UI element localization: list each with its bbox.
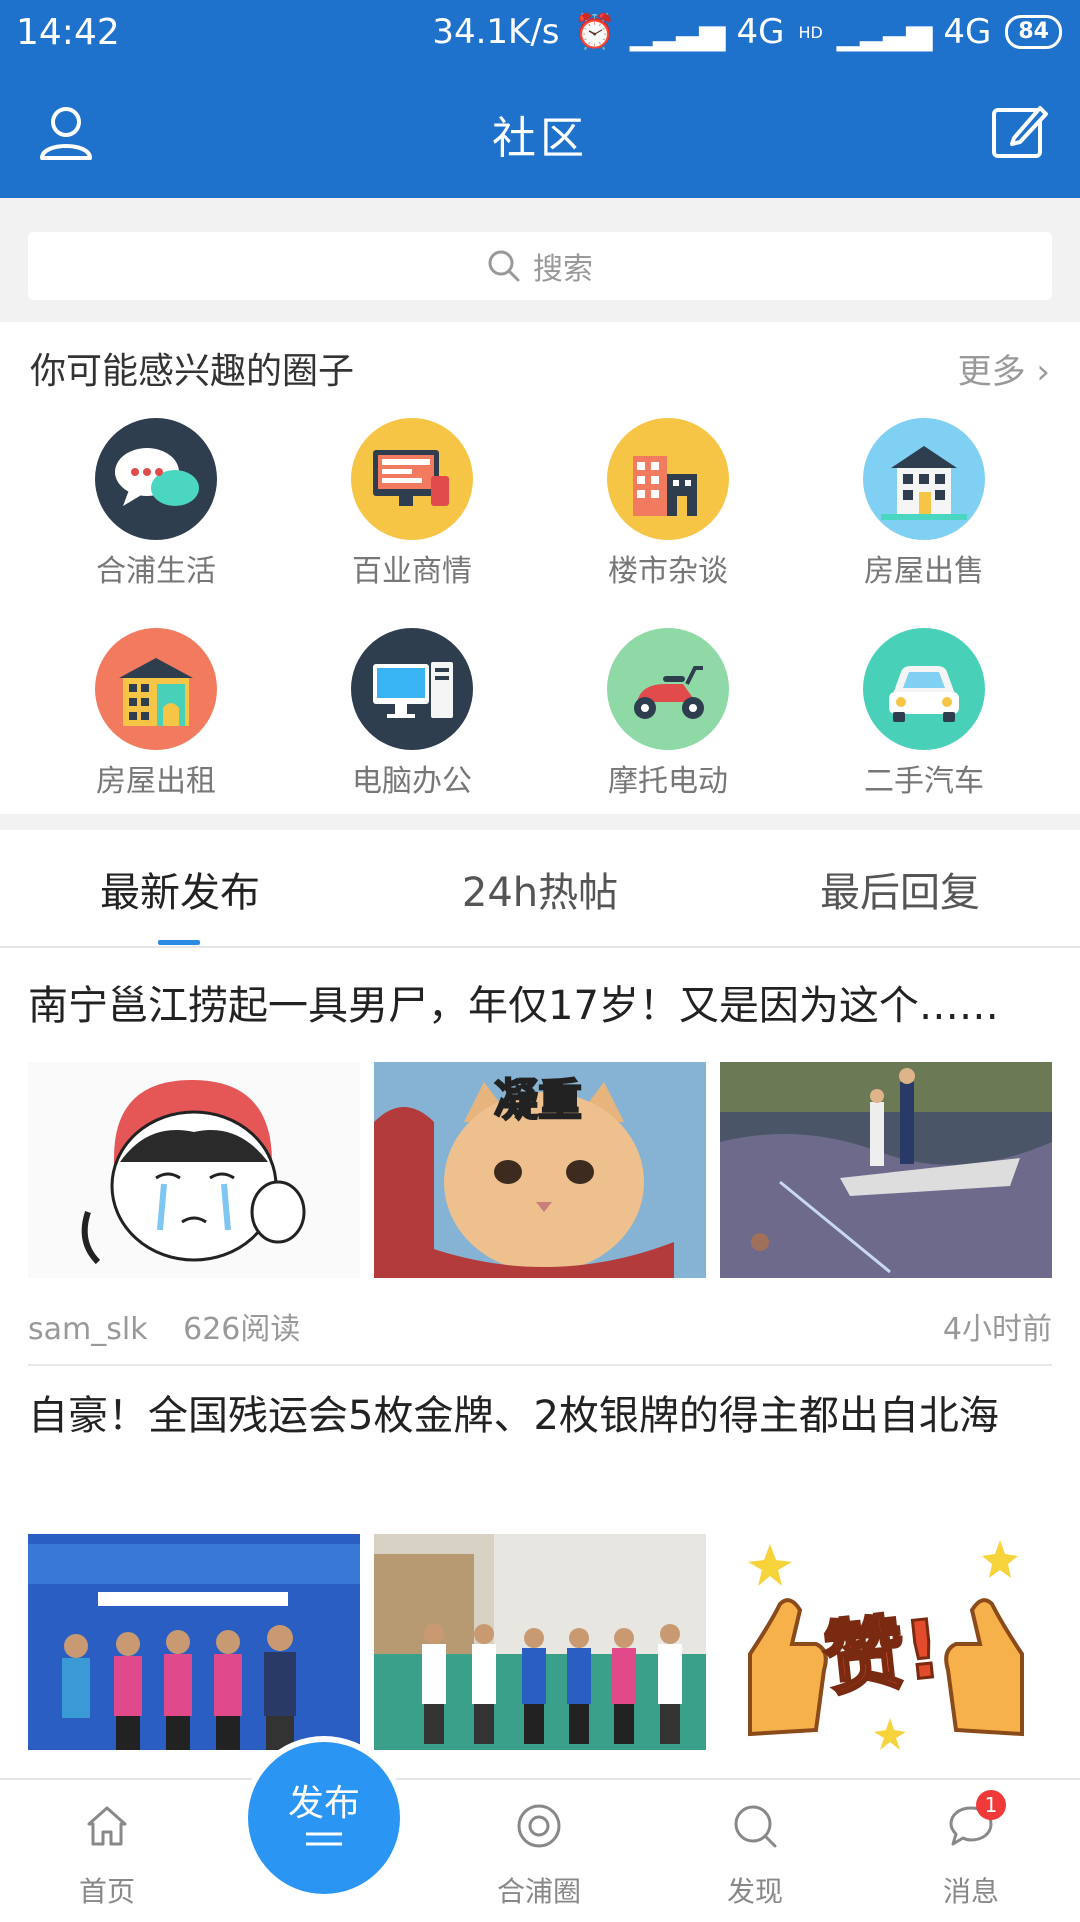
image-caption: 赞! <box>819 1601 948 1709</box>
app-header: 社区 <box>0 70 1080 198</box>
rental-building-icon <box>95 628 217 750</box>
post-divider <box>28 1364 1052 1366</box>
search-icon <box>734 1805 777 1848</box>
network-type-2: 4G <box>943 12 992 52</box>
post-title[interactable]: 自豪！全国残运会5枚金牌、2枚银牌的得主都出自北海 <box>28 1388 1053 1444</box>
post-image-thumbs-up[interactable]: 赞! <box>720 1534 1052 1750</box>
tab-hot-24h[interactable]: 24h热帖 <box>390 860 690 918</box>
car-icon <box>863 628 985 750</box>
circle-label: 房屋出租 <box>96 764 216 799</box>
circle-item-hepu-life[interactable]: 合浦生活 <box>28 418 284 590</box>
nav-messages[interactable]: 1 消息 <box>896 1780 1046 1922</box>
nav-circle[interactable]: 合浦圈 <box>464 1780 614 1922</box>
menu-lines-icon <box>306 1832 342 1846</box>
chevron-right-icon: › <box>1025 352 1050 392</box>
alarm-icon: ⏰ <box>573 12 616 52</box>
buildings-icon <box>607 418 729 540</box>
network-speed: 34.1K/s <box>432 12 560 52</box>
post-image-crying-girl[interactable] <box>28 1062 360 1278</box>
circle-item-computer-office[interactable]: 电脑办公 <box>284 628 540 800</box>
post-image-row: 赞! <box>28 1534 1052 1750</box>
status-bar: 14:42 34.1K/s ⏰ ▁▂▃▅ 4G HD ▁▂▃▅ 4G 84 <box>0 0 1080 70</box>
post-title[interactable]: 南宁邕江捞起一具男尸，年仅17岁！又是因为这个…… <box>28 978 1053 1034</box>
circle-label: 百业商情 <box>352 554 472 589</box>
house-icon <box>863 418 985 540</box>
bottom-navigation: 首页 合浦圈 发现 1 消息 <box>0 1778 1080 1922</box>
chat-bubbles-icon <box>95 418 217 540</box>
circle-item-used-car[interactable]: 二手汽车 <box>796 628 1052 800</box>
message-badge: 1 <box>976 1790 1006 1820</box>
post-time: 4小时前 <box>942 1312 1052 1347</box>
circle-label: 房屋出售 <box>864 554 984 589</box>
signal-icon: ▁▂▃▅ <box>629 12 726 52</box>
image-caption: 凝重 <box>493 1074 583 1127</box>
monitor-shop-icon <box>351 418 473 540</box>
more-link[interactable]: 更多 › <box>958 344 1050 393</box>
active-tab-indicator <box>158 940 200 945</box>
home-icon <box>87 1806 127 1846</box>
post-meta: sam_slk 626阅读 4小时前 <box>28 1304 1052 1348</box>
interest-circles: 你可能感兴趣的圈子 更多 › 合浦生活 百业商情 楼市杂谈 房屋出售 房屋出租 … <box>0 322 1080 814</box>
compose-icon[interactable] <box>988 100 1052 164</box>
tab-latest[interactable]: 最新发布 <box>30 860 330 918</box>
search-placeholder: 搜索 <box>533 252 593 287</box>
more-label: 更多 <box>957 352 1026 392</box>
status-time: 14:42 <box>16 12 120 53</box>
nav-home[interactable]: 首页 <box>32 1780 182 1922</box>
feed-tabs: 最新发布 24h热帖 最后回复 <box>0 830 1080 948</box>
post-image-river-rescue[interactable] <box>720 1062 1052 1278</box>
circle-label: 二手汽车 <box>864 764 984 799</box>
nav-label: 合浦圈 <box>496 1875 581 1908</box>
scooter-icon <box>607 628 729 750</box>
post-image-row: 凝重 <box>28 1062 1052 1278</box>
status-indicators: 34.1K/s ⏰ ▁▂▃▅ 4G HD ▁▂▃▅ 4G 84 <box>432 12 1062 52</box>
circle-item-motorbike[interactable]: 摩托电动 <box>540 628 796 800</box>
battery-indicator: 84 <box>1005 15 1062 49</box>
post-reads: 626阅读 <box>183 1312 301 1347</box>
post-feed: 南宁邕江捞起一具男尸，年仅17岁！又是因为这个…… 凝重 sam_slk 626… <box>0 948 1080 1778</box>
search-input[interactable]: 搜索 <box>28 232 1052 300</box>
publish-button[interactable]: 发布 <box>248 1742 400 1894</box>
post-image-athletes-group[interactable] <box>374 1534 706 1750</box>
circle-label: 楼市杂谈 <box>608 554 728 589</box>
search-icon <box>488 250 520 282</box>
circle-item-property-talk[interactable]: 楼市杂谈 <box>540 418 796 590</box>
page-title: 社区 <box>492 113 588 164</box>
nav-label: 发现 <box>726 1875 783 1908</box>
section-title: 你可能感兴趣的圈子 <box>30 351 355 392</box>
circle-item-business[interactable]: 百业商情 <box>284 418 540 590</box>
circle-label: 摩托电动 <box>608 764 728 799</box>
circle-item-house-rent[interactable]: 房屋出租 <box>28 628 284 800</box>
nav-label: 首页 <box>78 1875 135 1908</box>
nav-label: 消息 <box>942 1875 999 1908</box>
post-author[interactable]: sam_slk <box>28 1312 148 1347</box>
circle-item-house-sale[interactable]: 房屋出售 <box>796 418 1052 590</box>
publish-label: 发布 <box>287 1783 360 1824</box>
search-area: 搜索 <box>0 198 1080 322</box>
post-image-athletes-stage[interactable] <box>28 1534 360 1750</box>
post-image-serious-cat[interactable]: 凝重 <box>374 1062 706 1278</box>
computer-icon <box>351 628 473 750</box>
circle-label: 合浦生活 <box>96 554 216 589</box>
nav-discover[interactable]: 发现 <box>680 1780 830 1922</box>
tab-last-reply[interactable]: 最后回复 <box>750 860 1050 918</box>
signal-icon-2: ▁▂▃▅ <box>836 12 933 52</box>
circle-label: 电脑办公 <box>352 764 472 799</box>
circle-ring-icon <box>517 1804 561 1848</box>
network-type-1: 4G <box>736 12 785 52</box>
hd-label: HD <box>798 22 823 42</box>
